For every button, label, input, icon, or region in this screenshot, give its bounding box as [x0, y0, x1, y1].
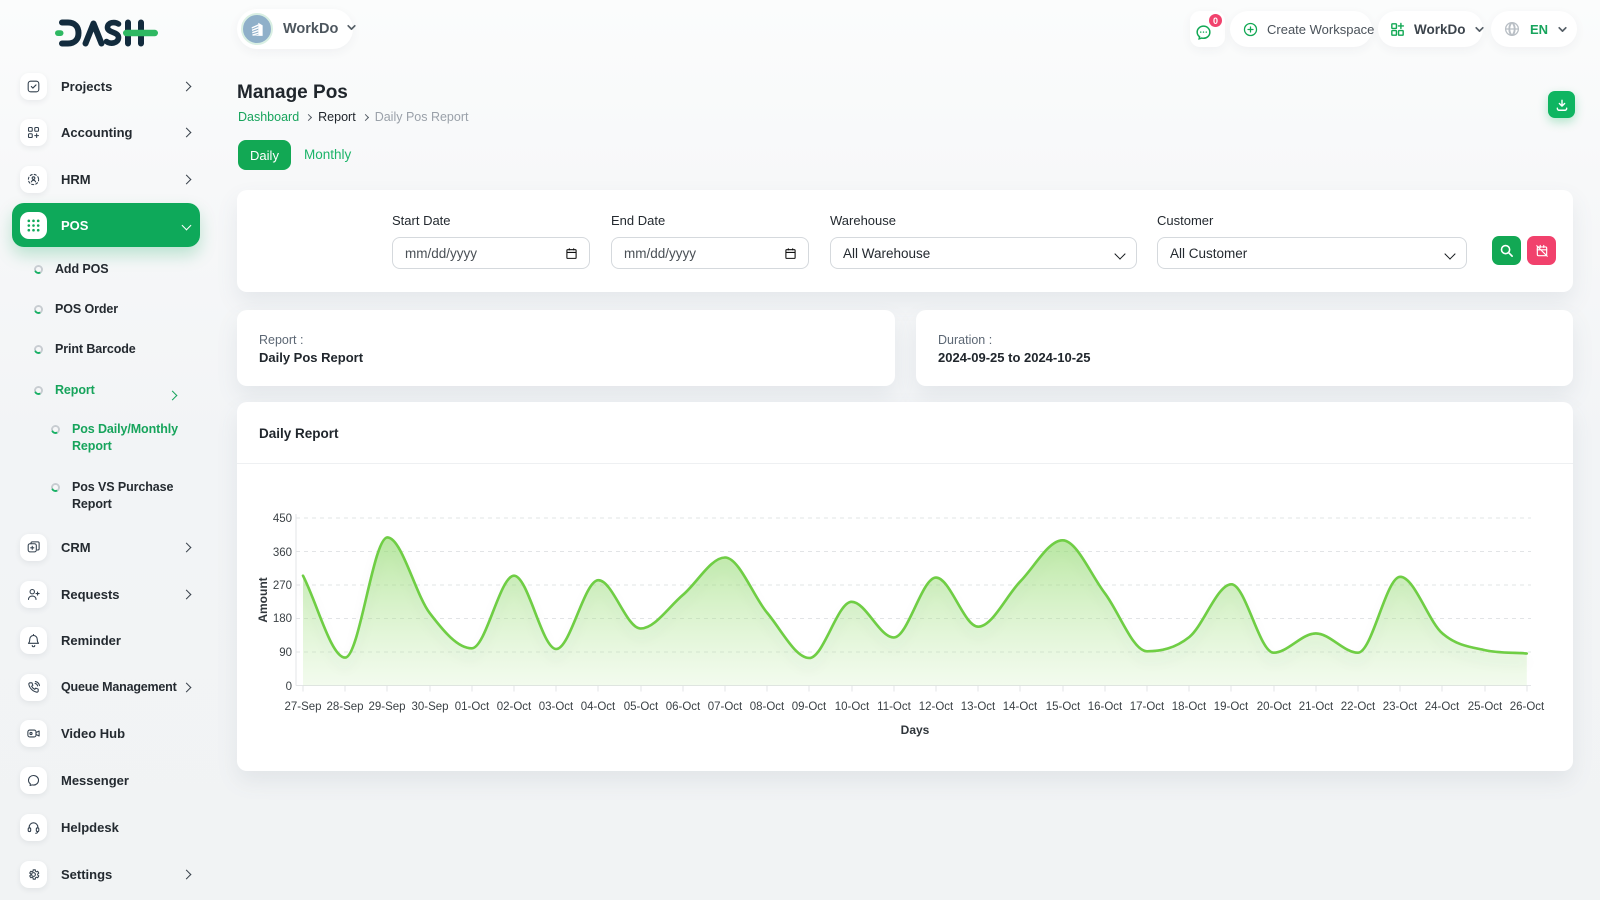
svg-text:23-Oct: 23-Oct [1383, 701, 1418, 713]
svg-text:30-Sep: 30-Sep [411, 701, 448, 713]
svg-text:21-Oct: 21-Oct [1299, 701, 1334, 713]
svg-text:Days: Days [901, 723, 930, 737]
svg-text:28-Sep: 28-Sep [326, 701, 363, 713]
svg-text:25-Oct: 25-Oct [1468, 701, 1503, 713]
svg-text:450: 450 [273, 513, 292, 525]
svg-text:0: 0 [286, 681, 292, 693]
svg-text:10-Oct: 10-Oct [835, 701, 870, 713]
svg-text:24-Oct: 24-Oct [1425, 701, 1460, 713]
svg-text:15-Oct: 15-Oct [1046, 701, 1081, 713]
svg-text:18-Oct: 18-Oct [1172, 701, 1207, 713]
svg-text:11-Oct: 11-Oct [877, 701, 911, 713]
svg-text:19-Oct: 19-Oct [1214, 701, 1249, 713]
svg-text:20-Oct: 20-Oct [1257, 701, 1292, 713]
svg-text:01-Oct: 01-Oct [455, 701, 490, 713]
svg-text:12-Oct: 12-Oct [919, 701, 954, 713]
svg-text:08-Oct: 08-Oct [750, 701, 785, 713]
svg-text:05-Oct: 05-Oct [624, 701, 659, 713]
svg-text:27-Sep: 27-Sep [284, 701, 321, 713]
svg-text:17-Oct: 17-Oct [1130, 701, 1165, 713]
svg-text:360: 360 [273, 547, 292, 559]
svg-text:02-Oct: 02-Oct [497, 701, 532, 713]
svg-text:180: 180 [273, 613, 292, 625]
svg-text:26-Oct: 26-Oct [1510, 701, 1545, 713]
svg-text:04-Oct: 04-Oct [581, 701, 616, 713]
svg-text:16-Oct: 16-Oct [1088, 701, 1123, 713]
svg-text:14-Oct: 14-Oct [1003, 701, 1038, 713]
svg-text:07-Oct: 07-Oct [708, 701, 743, 713]
svg-text:22-Oct: 22-Oct [1341, 701, 1376, 713]
svg-text:Amount: Amount [256, 577, 270, 622]
svg-text:03-Oct: 03-Oct [539, 701, 574, 713]
svg-text:29-Sep: 29-Sep [368, 701, 405, 713]
svg-text:06-Oct: 06-Oct [666, 701, 701, 713]
svg-text:90: 90 [279, 647, 292, 659]
svg-text:09-Oct: 09-Oct [792, 701, 827, 713]
svg-text:13-Oct: 13-Oct [961, 701, 996, 713]
svg-text:270: 270 [273, 580, 292, 592]
